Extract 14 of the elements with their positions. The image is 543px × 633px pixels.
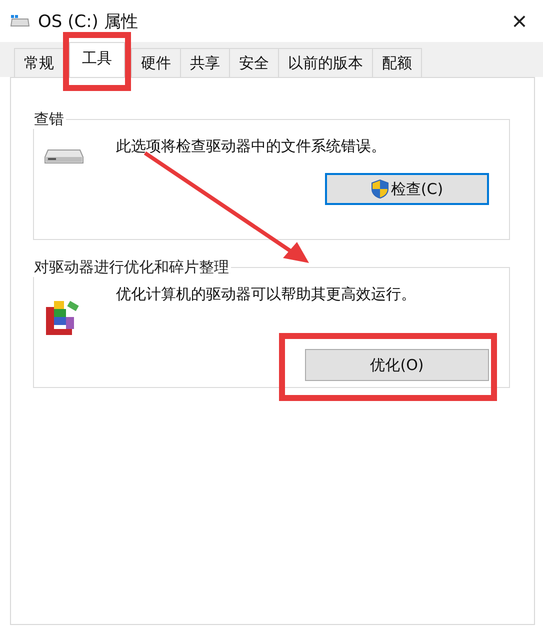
drive-icon (44, 147, 84, 165)
group-title: 对驱动器进行优化和碎片整理 (32, 258, 231, 277)
close-button[interactable]: × (508, 8, 531, 34)
group-description: 优化计算机的驱动器可以帮助其更高效运行。 (116, 285, 416, 304)
tab[interactable]: 硬件 (131, 48, 181, 77)
drive-icon (10, 14, 30, 28)
window-title: OS (C:) 属性 (38, 10, 138, 32)
tab[interactable]: 常规 (14, 48, 64, 77)
tab[interactable]: 工具 (69, 42, 125, 77)
tab[interactable]: 配额 (372, 48, 422, 77)
group-description: 此选项将检查驱动器中的文件系统错误。 (116, 137, 386, 156)
action-button[interactable]: 检查(C) (325, 173, 489, 205)
action-button[interactable]: 优化(O) (305, 349, 489, 381)
group-title: 查错 (32, 110, 66, 129)
